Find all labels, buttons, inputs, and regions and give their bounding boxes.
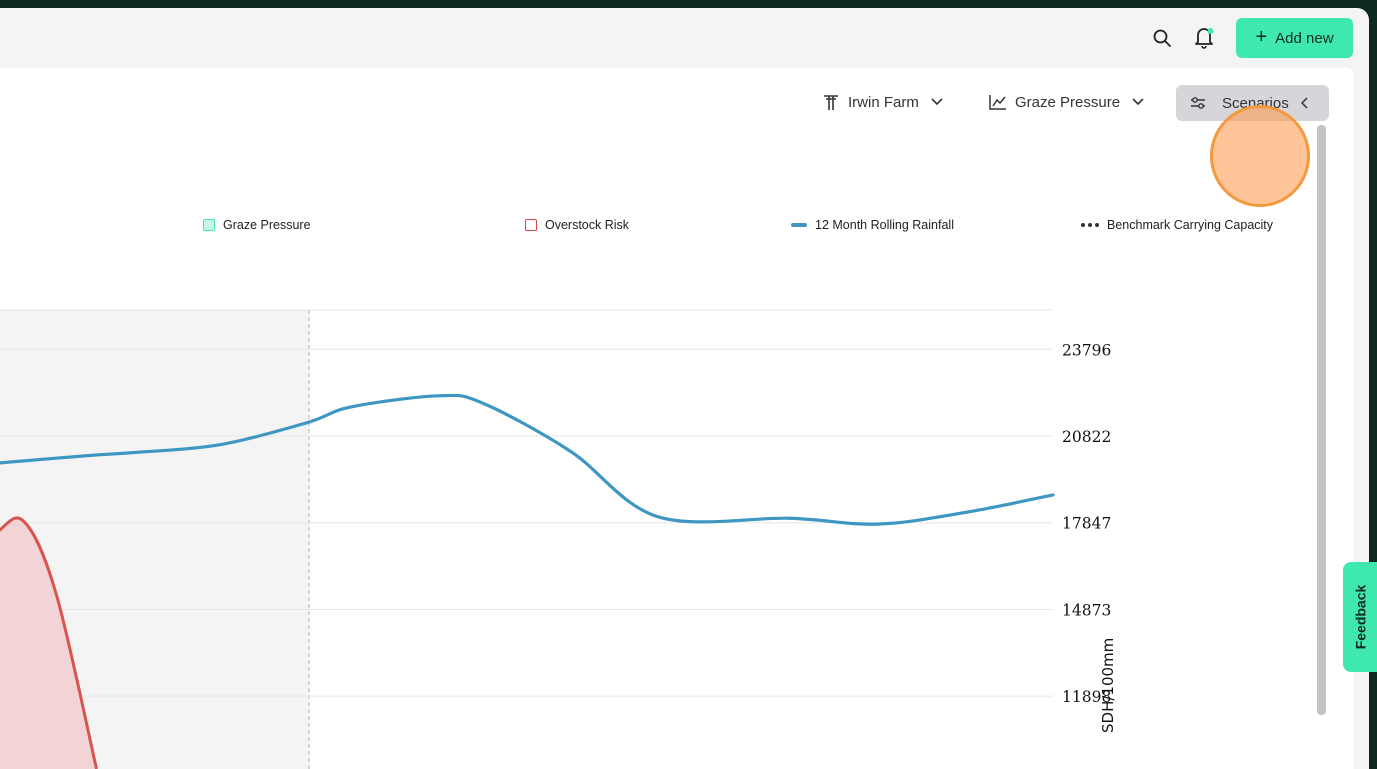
legend-label: Graze Pressure <box>223 218 311 232</box>
y-tick-label: 14873 <box>1062 601 1111 619</box>
legend-label: Overstock Risk <box>545 218 630 232</box>
legend-graze-pressure[interactable]: Graze Pressure <box>203 218 311 232</box>
rainfall-swatch <box>791 223 807 227</box>
y-axis-title: SDH/100mm <box>1099 638 1117 733</box>
feedback-tab[interactable]: Feedback <box>1343 562 1377 672</box>
legend-benchmark-capacity[interactable]: Benchmark Carrying Capacity <box>1081 218 1273 232</box>
legend-rolling-rainfall[interactable]: 12 Month Rolling Rainfall <box>791 218 954 232</box>
legend-overstock-risk[interactable]: Overstock Risk <box>525 218 629 232</box>
feedback-label: Feedback <box>1352 584 1368 650</box>
legend-label: Benchmark Carrying Capacity <box>1107 218 1274 232</box>
legend-label: 12 Month Rolling Rainfall <box>815 218 954 232</box>
vertical-scrollbar[interactable] <box>1317 125 1326 715</box>
y-tick-label: 17847 <box>1062 515 1111 533</box>
y-tick-label: 23796 <box>1062 341 1111 359</box>
overstock-risk-swatch <box>525 219 537 231</box>
benchmark-swatch <box>1081 223 1099 227</box>
graze-pressure-swatch <box>203 219 215 231</box>
app-window: + Add new Irwin Farm Graze Pressure Scen… <box>0 8 1369 769</box>
y-tick-label: 20822 <box>1062 428 1111 446</box>
chart: 1189814873178472082223796 SDH/100mm <box>0 309 1117 769</box>
